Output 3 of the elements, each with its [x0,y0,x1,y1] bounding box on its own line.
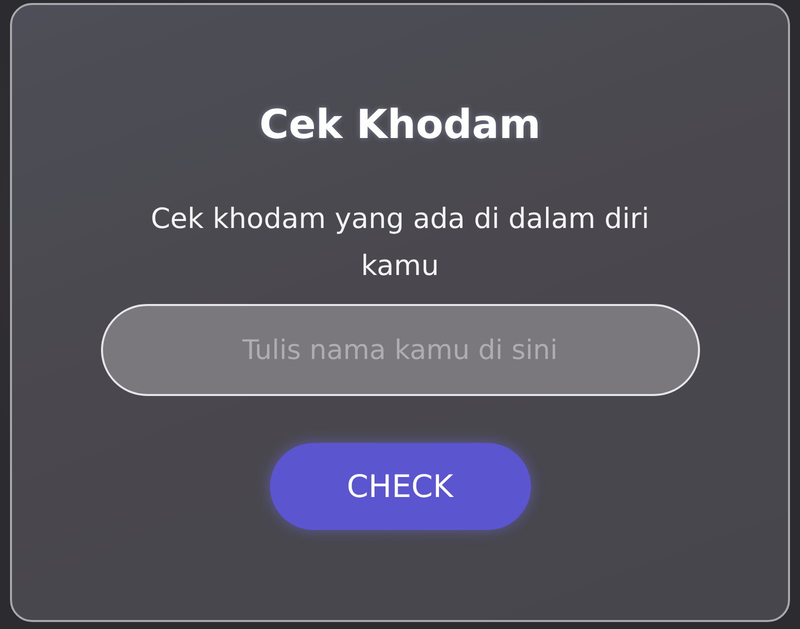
check-button[interactable]: CHECK [270,443,530,530]
card-subtitle: Cek khodam yang ada di dalam diri kamu [150,201,650,284]
card-title: Cek Khodam [259,101,541,149]
